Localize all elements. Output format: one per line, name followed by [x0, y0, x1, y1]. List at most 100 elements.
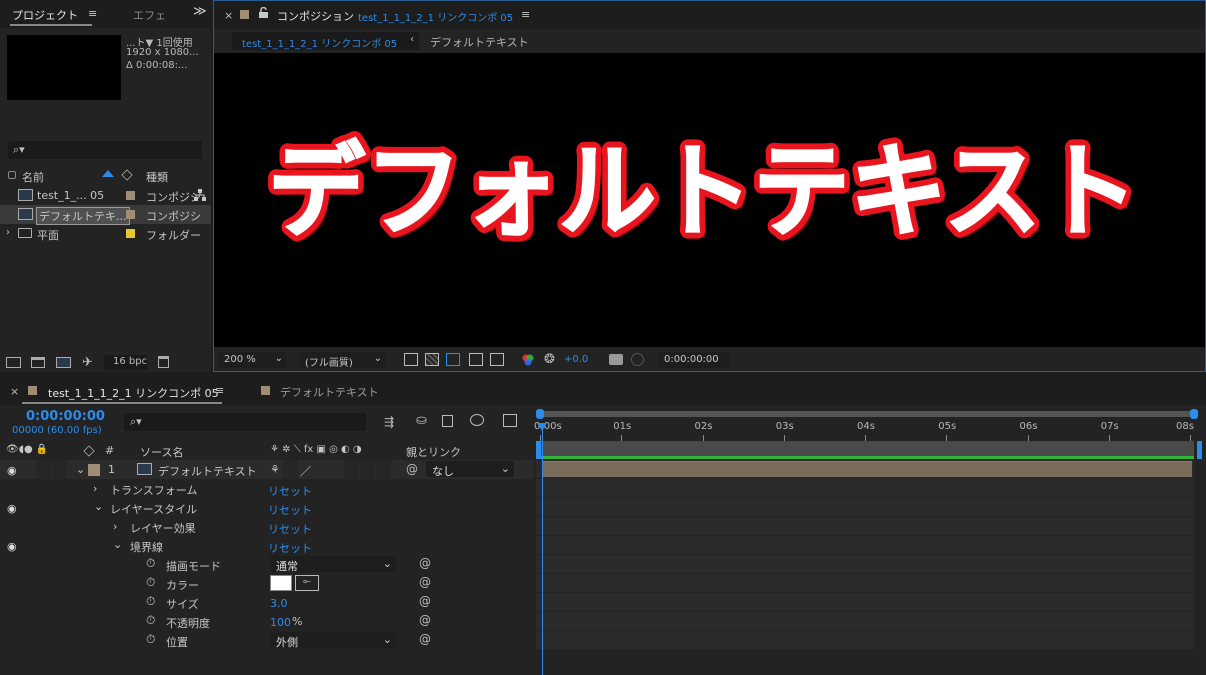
- lock-switch[interactable]: [52, 460, 67, 479]
- solo-switch[interactable]: [36, 460, 51, 479]
- quality-switch[interactable]: [283, 460, 298, 479]
- graph-editor-icon[interactable]: [503, 414, 517, 427]
- label-swatch[interactable]: [261, 386, 270, 395]
- work-area-bar[interactable]: [540, 456, 1194, 459]
- property-row[interactable]: › レイヤー効果 リセット: [0, 517, 533, 536]
- zoom-dropdown[interactable]: 200 % ⌄: [219, 352, 287, 368]
- reset-link[interactable]: リセット: [268, 502, 312, 518]
- pickwhip-icon[interactable]: @: [419, 613, 431, 627]
- trash-icon[interactable]: [158, 356, 169, 368]
- column-source-name[interactable]: ソース名: [140, 444, 183, 460]
- collapse-switch-icon[interactable]: ⚘: [270, 463, 280, 476]
- pickwhip-icon[interactable]: @: [419, 575, 431, 589]
- interpret-footage-icon[interactable]: [6, 357, 21, 368]
- time-ruler[interactable]: 0:00s 01s 02s 03s 04s 05s 06s 07s 08s: [534, 417, 1206, 441]
- chevron-right-icon[interactable]: ›: [93, 482, 97, 495]
- layer-search-input[interactable]: ⌕▾: [124, 413, 366, 431]
- composition-viewer[interactable]: デフォルトテキスト デフォルトテキスト デフォルトテキスト: [214, 53, 1205, 347]
- bit-depth-button[interactable]: 16 bpc: [104, 355, 148, 370]
- motion-blur-switch[interactable]: [344, 460, 359, 479]
- shy-layers-icon[interactable]: ⛀: [416, 413, 427, 428]
- pickwhip-icon[interactable]: @: [419, 594, 431, 608]
- camera-icon[interactable]: [609, 354, 623, 365]
- eyedropper-icon[interactable]: ⟜: [295, 575, 319, 591]
- tab-comp[interactable]: デフォルトテキスト: [280, 384, 379, 400]
- sort-ascending-icon[interactable]: [102, 170, 114, 177]
- layer-name[interactable]: デフォルトテキスト: [158, 463, 257, 479]
- blend-mode-dropdown[interactable]: 通常 ⌄: [270, 556, 396, 573]
- grid-guides-icon[interactable]: [490, 353, 504, 366]
- more-tabs-icon[interactable]: ≫: [193, 4, 207, 19]
- size-value[interactable]: 3.0: [270, 597, 288, 610]
- tab-project[interactable]: プロジェクト: [12, 7, 78, 23]
- list-item[interactable]: test_1_... 05 コンポジシ: [0, 186, 211, 205]
- motion-blur-icon[interactable]: [470, 414, 484, 426]
- eye-icon[interactable]: ◉: [7, 540, 17, 553]
- label-swatch[interactable]: [28, 386, 37, 395]
- current-time[interactable]: 0:00:00:00: [26, 409, 105, 424]
- label-swatch[interactable]: [126, 210, 135, 219]
- color-swatch[interactable]: [270, 575, 292, 591]
- 3d-switch[interactable]: [376, 460, 391, 479]
- column-name[interactable]: 名前: [22, 169, 44, 185]
- close-icon[interactable]: ×: [224, 9, 233, 22]
- column-parent[interactable]: 親とリンク: [406, 444, 461, 460]
- stopwatch-icon[interactable]: ⏱: [146, 594, 155, 609]
- new-folder-icon[interactable]: [31, 357, 45, 368]
- work-area-start[interactable]: [536, 441, 541, 459]
- viewer-timecode[interactable]: 0:00:00:00: [659, 352, 729, 368]
- label-swatch[interactable]: [240, 10, 249, 19]
- transparency-grid-icon[interactable]: [425, 353, 439, 366]
- property-row[interactable]: ⏱ 不透明度 100 % @: [0, 612, 533, 631]
- exposure-reset-icon[interactable]: ❂: [544, 352, 555, 367]
- eye-icon[interactable]: ◉: [7, 502, 17, 515]
- channel-icon[interactable]: [521, 353, 535, 367]
- property-row[interactable]: › トランスフォーム リセット: [0, 479, 533, 498]
- property-row[interactable]: ⏱ 位置 外側 ⌄ @: [0, 631, 533, 650]
- playhead-icon[interactable]: [537, 423, 547, 431]
- column-type[interactable]: 種類: [146, 169, 168, 185]
- property-row[interactable]: ⏱ カラー ⟜ @: [0, 574, 533, 593]
- position-dropdown[interactable]: 外側 ⌄: [270, 632, 396, 649]
- resolution-dropdown[interactable]: (フル画質) ⌄: [300, 352, 386, 369]
- comp-flowchart-icon[interactable]: ⇶: [384, 415, 394, 429]
- chevron-down-icon[interactable]: ⌄: [94, 500, 103, 513]
- tab-effects[interactable]: エフェ: [133, 7, 166, 23]
- pickwhip-icon[interactable]: @: [419, 556, 431, 570]
- frame-blending-icon[interactable]: [442, 415, 453, 427]
- exposure-value[interactable]: +0.0: [564, 354, 588, 365]
- stopwatch-icon[interactable]: ⏱: [146, 632, 155, 647]
- label-swatch[interactable]: [126, 191, 135, 200]
- tab-active-comp[interactable]: test_1_1_1_2_1 リンクコンポ 05: [48, 385, 219, 401]
- breadcrumb-item-active[interactable]: test_1_1_1_2_1 リンクコンポ 05 ‹: [232, 32, 420, 50]
- parent-dropdown[interactable]: なし ⌄: [426, 461, 514, 478]
- new-composition-icon[interactable]: [56, 357, 71, 368]
- property-row[interactable]: ⏱ サイズ 3.0 @: [0, 593, 533, 612]
- chevron-right-icon[interactable]: ›: [113, 520, 117, 533]
- quality-icon[interactable]: ／: [300, 463, 311, 479]
- list-item[interactable]: › 平面 フォルダー: [0, 224, 211, 243]
- reset-link[interactable]: リセット: [268, 540, 312, 556]
- layer-row[interactable]: ◉ ⌄ 1 デフォルトテキスト ⚘ ／ @ なし ⌄: [0, 460, 533, 479]
- close-icon[interactable]: ×: [10, 385, 19, 398]
- panel-menu-icon[interactable]: ≡: [88, 7, 97, 20]
- opacity-value[interactable]: 100: [270, 616, 291, 629]
- project-search-input[interactable]: ⌕▾: [8, 141, 202, 159]
- chevron-down-icon[interactable]: ⌄: [113, 538, 122, 551]
- panel-menu-icon[interactable]: ≡: [521, 8, 530, 21]
- timeline-graph[interactable]: 0:00s 01s 02s 03s 04s 05s 06s 07s 08s: [534, 405, 1206, 675]
- chevron-right-icon[interactable]: ›: [6, 227, 10, 238]
- reset-link[interactable]: リセット: [268, 521, 312, 537]
- property-row[interactable]: ◉ ⌄ 境界線 リセット: [0, 536, 533, 555]
- eye-icon[interactable]: ◉: [7, 464, 17, 477]
- lock-icon[interactable]: [259, 7, 268, 18]
- list-item-selected[interactable]: デフォルトテキ... コンポジシ: [0, 205, 211, 225]
- stopwatch-icon[interactable]: ⏱: [146, 556, 155, 571]
- pickwhip-icon[interactable]: @: [419, 632, 431, 646]
- layer-duration-bar[interactable]: [542, 461, 1192, 477]
- property-row[interactable]: ◉ ⌄ レイヤースタイル リセット: [0, 498, 533, 517]
- label-swatch[interactable]: [88, 464, 100, 476]
- show-snapshot-icon[interactable]: [631, 353, 644, 366]
- stopwatch-icon[interactable]: ⏱: [146, 613, 155, 628]
- adjustment-switch[interactable]: [360, 460, 375, 479]
